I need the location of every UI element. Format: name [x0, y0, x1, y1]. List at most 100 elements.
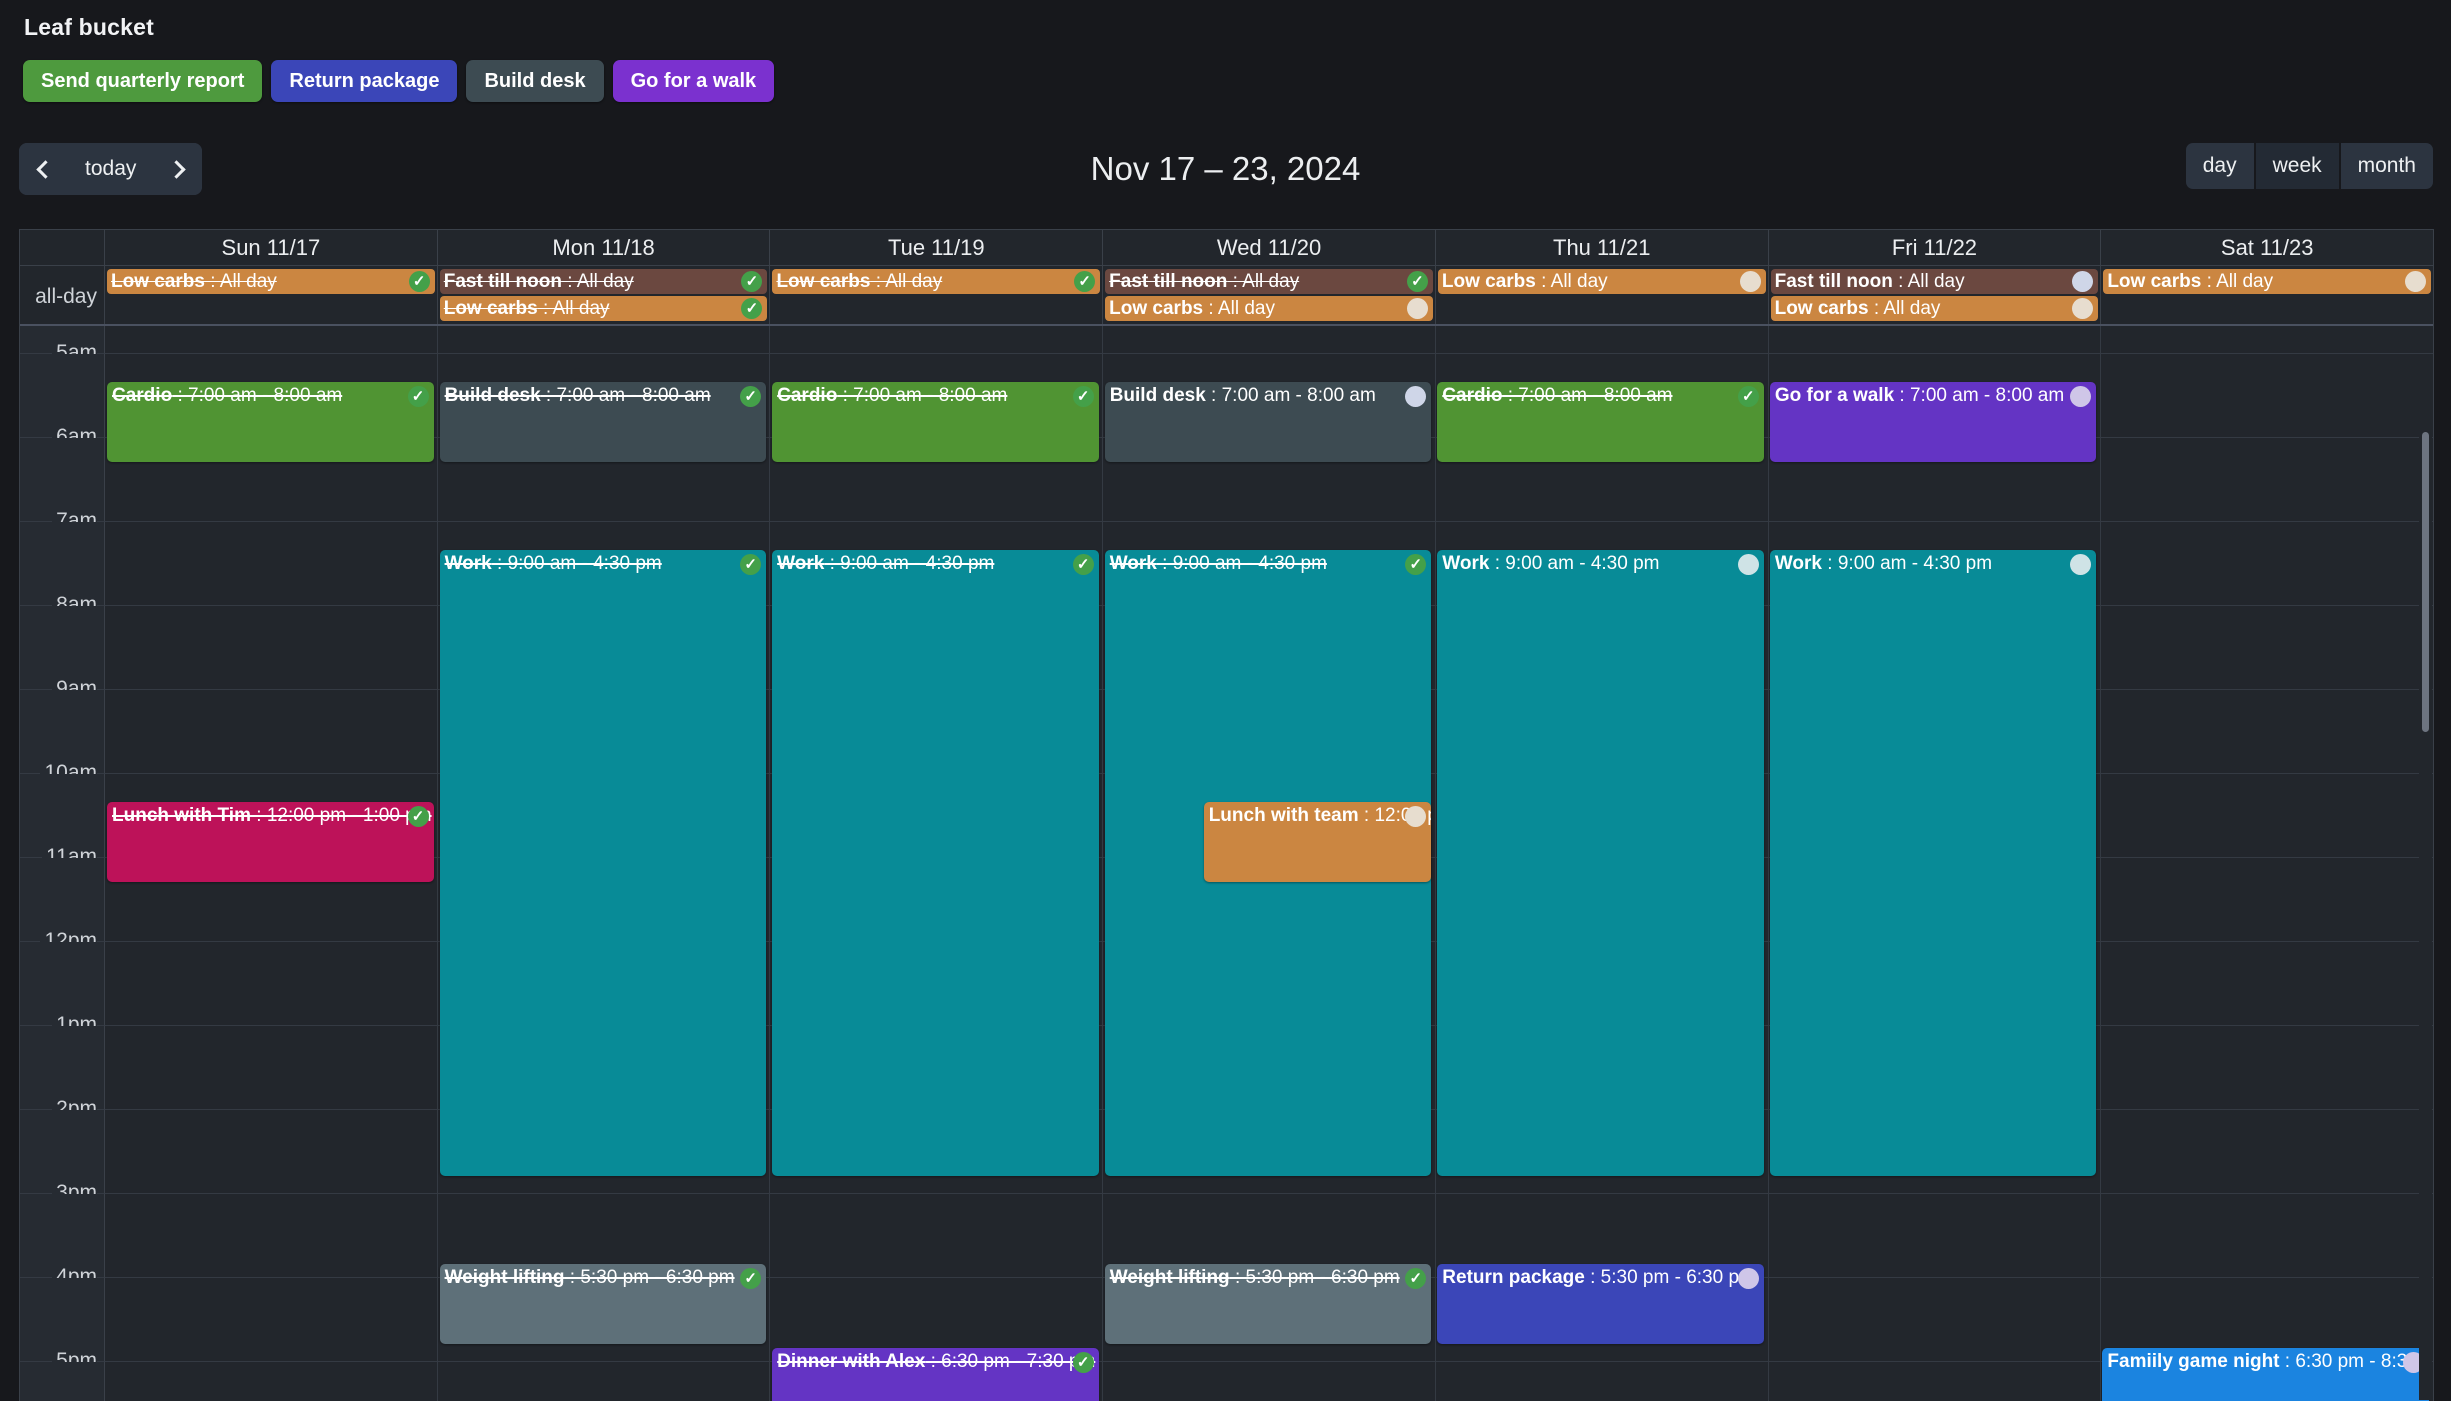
all-day-event[interactable]: Low carbs : All day: [1437, 269, 1766, 294]
event-incomplete-circle-icon[interactable]: [1404, 806, 1426, 827]
all-day-row: all-day Low carbs : All day ✓ Fast till no…: [20, 266, 2433, 326]
all-day-event[interactable]: Low carbs : All day ✓: [107, 269, 435, 294]
all-day-cell-0[interactable]: Low carbs : All day ✓: [105, 266, 438, 324]
calendar-event[interactable]: Cardio : 7:00 am - 8:00 am ✓: [772, 382, 1099, 462]
event-incomplete-circle-icon[interactable]: [1737, 554, 1759, 575]
hour-label-cell: 6am: [20, 354, 105, 449]
day-header-4[interactable]: Thu 11/21: [1436, 230, 1769, 265]
hour-label-cell: 5pm: [20, 1278, 105, 1373]
all-day-event[interactable]: Low carbs : All day: [1105, 296, 1433, 321]
bucket-task-button-0[interactable]: Send quarterly report: [23, 60, 263, 102]
event-title: Low carbs: [1109, 297, 1204, 319]
all-day-cell-4[interactable]: Low carbs : All day: [1436, 266, 1769, 324]
calendar-event[interactable]: Lunch with Tim : 12:00 pm - 1:00 pm ✓: [107, 802, 434, 882]
event-title: Low carbs: [776, 270, 871, 292]
event-incomplete-circle-icon[interactable]: [1737, 1268, 1759, 1289]
calendar-event[interactable]: Work : 9:00 am - 4:30 pm ✓: [439, 550, 767, 1176]
all-day-event[interactable]: Fast till noon : All day ✓: [1105, 269, 1433, 294]
day-header-2[interactable]: Tue 11/19: [770, 230, 1104, 265]
page-title: Leaf bucket: [24, 14, 155, 40]
view-button-week[interactable]: week: [2255, 143, 2339, 189]
vertical-scrollbar[interactable]: [2419, 422, 2432, 1400]
event-complete-check-icon[interactable]: ✓: [1406, 271, 1428, 292]
scrollbar-thumb[interactable]: [2422, 432, 2429, 732]
event-complete-check-icon[interactable]: ✓: [740, 554, 762, 575]
hour-label-cell: 9am: [20, 606, 105, 701]
calendar-event[interactable]: Dinner with Alex : 6:30 pm - 7:30 pm ✓: [772, 1348, 1099, 1401]
all-day-cell-2[interactable]: Low carbs : All day ✓: [770, 266, 1104, 324]
bucket-task-button-1[interactable]: Return package: [271, 60, 458, 102]
event-complete-check-icon[interactable]: ✓: [407, 386, 429, 407]
event-time: : 5:30 pm - 6:30 pm: [1229, 1267, 1400, 1288]
view-button-day[interactable]: day: [2185, 143, 2254, 189]
calendar-event[interactable]: Famiily game night : 6:30 pm - 8:30 pm: [2102, 1348, 2429, 1401]
all-day-cell-6[interactable]: Low carbs : All day: [2101, 266, 2433, 324]
event-title: Low carbs: [443, 297, 538, 319]
event-incomplete-circle-icon[interactable]: [1406, 298, 1428, 319]
day-header-6[interactable]: Sat 11/23: [2101, 230, 2433, 265]
calendar-event[interactable]: Return package : 5:30 pm - 6:30 pm: [1437, 1264, 1764, 1344]
all-day-event[interactable]: Low carbs : All day: [2103, 269, 2432, 294]
calendar-event[interactable]: Cardio : 7:00 am - 8:00 am ✓: [107, 382, 434, 462]
calendar-event[interactable]: Weight lifting : 5:30 pm - 6:30 pm ✓: [439, 1264, 767, 1344]
day-header-1[interactable]: Mon 11/18: [438, 230, 771, 265]
current-period-title: Nov 17 – 23, 2024: [1090, 150, 1361, 187]
event-complete-check-icon[interactable]: ✓: [1072, 554, 1094, 575]
event-time: : 7:00 am - 8:00 am: [1894, 385, 2065, 406]
calendar-event[interactable]: Lunch with team : 12:00 pm - 1:00 pm: [1203, 802, 1431, 882]
calendar-event[interactable]: Work : 9:00 am - 4:30 pm: [1437, 550, 1764, 1176]
event-complete-check-icon[interactable]: ✓: [1072, 1352, 1094, 1373]
hour-label-cell: 2pm: [20, 1026, 105, 1121]
event-incomplete-circle-icon[interactable]: [2072, 298, 2094, 319]
event-title: Low carbs: [1774, 297, 1869, 319]
header-gutter: [20, 230, 105, 265]
event-complete-check-icon[interactable]: ✓: [740, 386, 762, 407]
event-incomplete-circle-icon[interactable]: [2072, 271, 2094, 292]
event-complete-check-icon[interactable]: ✓: [1072, 386, 1094, 407]
time-grid-scroll[interactable]: 5am 6am 7am 8am 9am 10am 11am 12pm 1pm 2pm 3pm 4pm 5…: [20, 326, 2433, 1401]
all-day-cell-5[interactable]: Fast till noon : All day Low carbs : All …: [1769, 266, 2102, 324]
bucket-task-button-2[interactable]: Build desk: [466, 60, 604, 102]
event-title: Return package: [1442, 1267, 1585, 1288]
event-incomplete-circle-icon[interactable]: [2405, 271, 2427, 292]
bucket-task-button-3[interactable]: Go for a walk: [612, 60, 775, 102]
event-time: : 5:30 pm - 6:30 pm: [564, 1267, 735, 1288]
event-time: : All day: [537, 297, 610, 319]
all-day-event[interactable]: Low carbs : All day: [1770, 296, 2099, 321]
calendar-event[interactable]: Go for a walk : 7:00 am - 8:00 am: [1769, 382, 2097, 462]
event-title: Cardio: [777, 385, 838, 406]
event-title: Cardio: [1442, 385, 1503, 406]
all-day-event[interactable]: Low carbs : All day ✓: [439, 296, 768, 321]
all-day-cell-3[interactable]: Fast till noon : All day ✓ Low carbs : All…: [1103, 266, 1436, 324]
day-header-3[interactable]: Wed 11/20: [1103, 230, 1436, 265]
calendar-event[interactable]: Cardio : 7:00 am - 8:00 am ✓: [1437, 382, 1764, 462]
event-incomplete-circle-icon[interactable]: [1739, 271, 1761, 292]
day-header-0[interactable]: Sun 11/17: [105, 230, 438, 265]
event-complete-check-icon[interactable]: ✓: [1074, 271, 1096, 292]
calendar-event[interactable]: Work : 9:00 am - 4:30 pm ✓: [772, 550, 1099, 1176]
event-title: Build desk: [444, 385, 541, 406]
all-day-event[interactable]: Fast till noon : All day ✓: [439, 269, 768, 294]
event-complete-check-icon[interactable]: ✓: [741, 271, 763, 292]
event-complete-check-icon[interactable]: ✓: [741, 298, 763, 319]
day-header-5[interactable]: Fri 11/22: [1769, 230, 2102, 265]
bucket-button-group: Send quarterly report Return package Build…: [23, 60, 775, 102]
event-time: : All day: [561, 270, 634, 292]
hour-label-cell: 6pm: [20, 1362, 105, 1401]
event-time: : All day: [1535, 270, 1608, 292]
event-title: Work: [1109, 553, 1157, 574]
event-time: : 9:00 am - 4:30 pm: [1489, 553, 1660, 574]
event-complete-check-icon[interactable]: ✓: [407, 806, 429, 827]
event-complete-check-icon[interactable]: ✓: [408, 271, 430, 292]
calendar-event[interactable]: Build desk : 7:00 am - 8:00 am ✓: [439, 382, 767, 462]
all-day-event[interactable]: Low carbs : All day ✓: [772, 269, 1101, 294]
calendar-event[interactable]: Build desk : 7:00 am - 8:00 am: [1104, 382, 1432, 462]
event-title: Work: [1774, 553, 1823, 574]
all-day-cell-1[interactable]: Fast till noon : All day ✓ Low carbs : All…: [438, 266, 771, 324]
calendar-event[interactable]: Work : 9:00 am - 4:30 pm: [1769, 550, 2097, 1176]
event-complete-check-icon[interactable]: ✓: [1737, 386, 1759, 407]
event-complete-check-icon[interactable]: ✓: [740, 1268, 762, 1289]
view-button-month[interactable]: month: [2340, 143, 2433, 189]
calendar-event[interactable]: Weight lifting : 5:30 pm - 6:30 pm ✓: [1104, 1264, 1432, 1344]
all-day-event[interactable]: Fast till noon : All day: [1770, 269, 2099, 294]
